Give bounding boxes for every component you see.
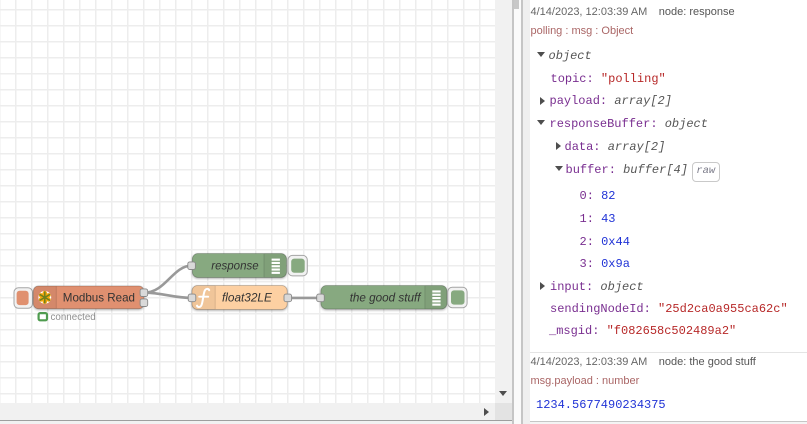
svg-text:Modbus Read: Modbus Read <box>63 291 135 304</box>
svg-text:connected: connected <box>51 312 96 323</box>
svg-text:float32LE: float32LE <box>222 291 272 305</box>
svg-text:response: response <box>211 261 258 273</box>
svg-text:the good stuff: the good stuff <box>350 292 423 305</box>
